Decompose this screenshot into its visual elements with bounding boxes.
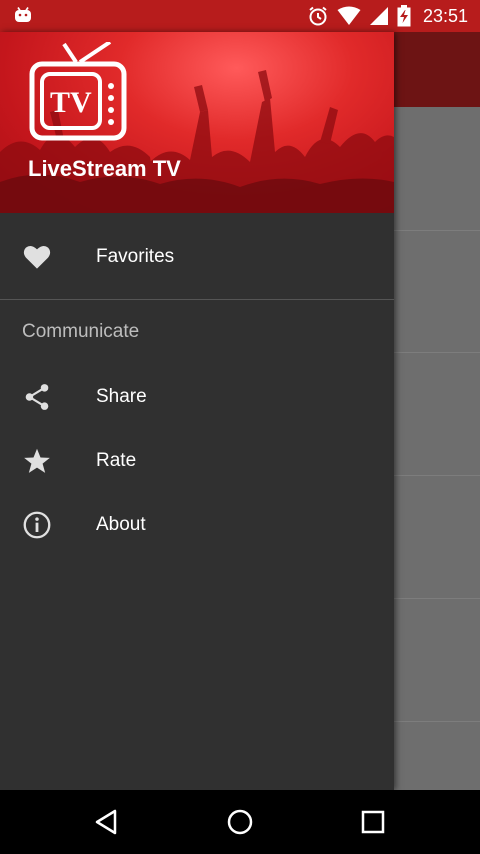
recents-icon[interactable] (357, 806, 389, 838)
menu-item-label: Share (96, 386, 147, 407)
system-navigation-bar (0, 790, 480, 854)
home-icon[interactable] (224, 806, 256, 838)
alarm-icon (309, 6, 327, 26)
background-list-divider (394, 230, 480, 231)
drawer-header: TV LiveStream TV (0, 32, 394, 213)
menu-item-label: Favorites (96, 246, 175, 267)
cell-signal-icon (369, 7, 388, 25)
svg-text:TV: TV (50, 86, 92, 119)
wifi-icon (337, 6, 361, 25)
heart-icon (22, 242, 52, 272)
drawer-divider (0, 299, 394, 300)
share-icon (22, 382, 52, 412)
menu-item-about[interactable]: About (0, 497, 394, 553)
info-icon (22, 510, 52, 540)
app-name: LiveStream TV (28, 156, 181, 181)
section-header-communicate: Communicate (22, 321, 140, 342)
status-time: 23:51 (422, 5, 468, 26)
menu-item-favorites[interactable]: Favorites (0, 229, 394, 285)
background-list-divider (394, 721, 480, 722)
battery-charging-icon (397, 5, 411, 27)
navigation-drawer: TV LiveStream TV Favorites Communicate S… (0, 32, 394, 790)
livestream-tv-logo: TV (29, 42, 127, 141)
android-notification-icon (15, 7, 31, 22)
menu-item-rate[interactable]: Rate (0, 433, 394, 489)
back-icon[interactable] (90, 806, 122, 838)
background-toolbar (394, 32, 480, 107)
star-icon (22, 446, 52, 476)
background-app-content (394, 32, 480, 790)
menu-item-label: Rate (96, 450, 137, 471)
status-bar: 23:51 (0, 0, 480, 32)
background-list-divider (394, 352, 480, 353)
menu-item-label: About (96, 514, 146, 535)
background-list-divider (394, 598, 480, 599)
menu-item-share[interactable]: Share (0, 369, 394, 425)
background-list-divider (394, 475, 480, 476)
